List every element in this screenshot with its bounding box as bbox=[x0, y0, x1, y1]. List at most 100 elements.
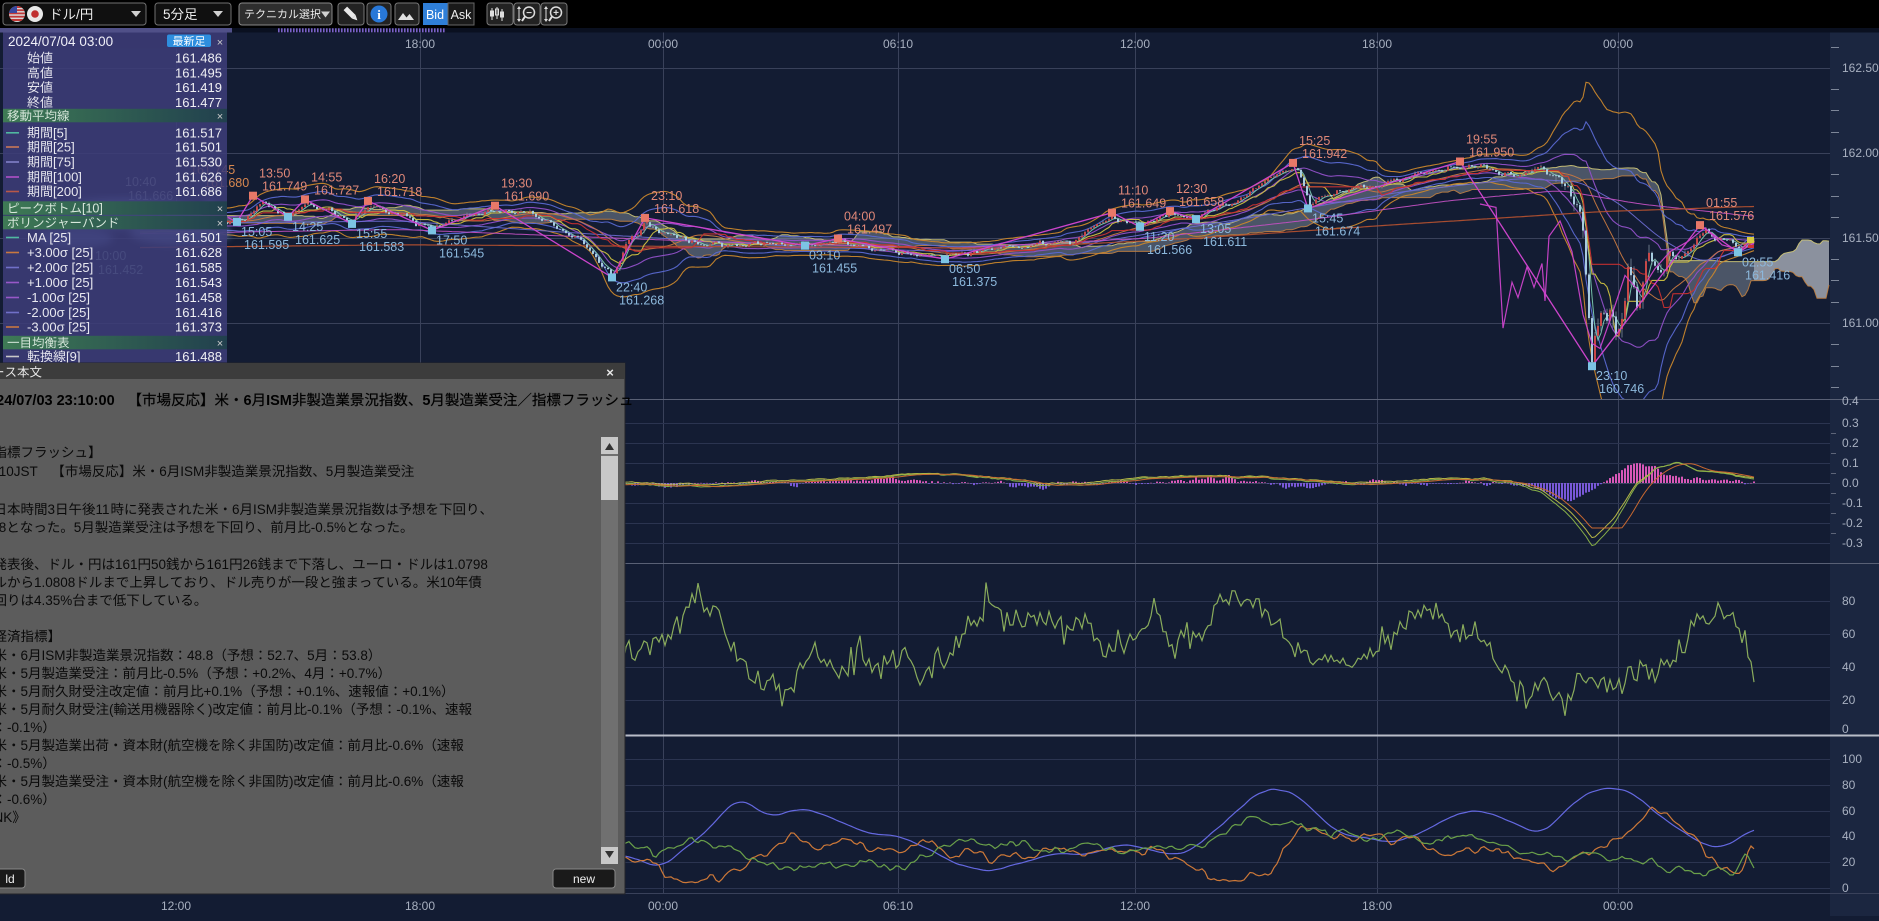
svg-text:22:40: 22:40 bbox=[616, 280, 647, 294]
svg-text:15:25: 15:25 bbox=[1299, 134, 1330, 148]
svg-text:48.8: 48.8 bbox=[0, 520, 6, 535]
svg-text:161.373: 161.373 bbox=[175, 320, 222, 335]
svg-text:161.576: 161.576 bbox=[1709, 209, 1754, 223]
svg-text:60: 60 bbox=[1842, 804, 1856, 818]
svg-text:-0.5%: -0.5% bbox=[7, 756, 42, 771]
svg-text:+: + bbox=[553, 8, 559, 19]
svg-text:17:50: 17:50 bbox=[436, 233, 467, 247]
svg-text:+2.00σ [25]: +2.00σ [25] bbox=[27, 260, 93, 275]
svg-text:6: 6 bbox=[21, 648, 29, 663]
svg-text:[5]: [5] bbox=[53, 125, 67, 140]
svg-text:-0.6%: -0.6% bbox=[388, 774, 423, 789]
svg-text:(: ( bbox=[163, 774, 168, 789]
svg-text:26: 26 bbox=[243, 557, 258, 572]
svg-text:+3.00σ [25]: +3.00σ [25] bbox=[27, 245, 93, 260]
svg-text:161.455: 161.455 bbox=[812, 262, 857, 276]
svg-text:+0.1%: +0.1% bbox=[204, 684, 243, 699]
svg-text:4: 4 bbox=[304, 666, 312, 681]
svg-text:+0.1%: +0.1% bbox=[296, 684, 335, 699]
svg-text:161.618: 161.618 bbox=[654, 202, 699, 216]
svg-text:20: 20 bbox=[1842, 855, 1856, 869]
svg-text:161.690: 161.690 bbox=[504, 190, 549, 204]
svg-text:[200]: [200] bbox=[53, 184, 82, 199]
svg-text:162.00: 162.00 bbox=[1842, 146, 1879, 160]
svg-text:80: 80 bbox=[1842, 778, 1856, 792]
svg-text:0.2: 0.2 bbox=[1842, 436, 1859, 450]
svg-text:161.626: 161.626 bbox=[175, 170, 222, 185]
svg-text:/: / bbox=[76, 7, 80, 22]
svg-text:19:30: 19:30 bbox=[501, 177, 532, 191]
svg-text:52.7: 52.7 bbox=[267, 648, 293, 663]
svg-text:161.585: 161.585 bbox=[175, 260, 222, 275]
svg-text:162.50: 162.50 bbox=[1842, 61, 1879, 75]
svg-text:50: 50 bbox=[151, 557, 166, 572]
svg-text:-0.5%: -0.5% bbox=[311, 520, 346, 535]
svg-text:-0.2: -0.2 bbox=[1842, 516, 1863, 530]
svg-text:161.501: 161.501 bbox=[175, 230, 222, 245]
svg-text:161.497: 161.497 bbox=[847, 223, 892, 237]
svg-text:20: 20 bbox=[1842, 693, 1856, 707]
svg-text:0: 0 bbox=[1842, 722, 1849, 736]
svg-text:1.0808: 1.0808 bbox=[34, 575, 75, 590]
svg-text:161.686: 161.686 bbox=[175, 184, 222, 199]
svg-text:[100]: [100] bbox=[53, 170, 82, 185]
svg-text:40: 40 bbox=[1842, 829, 1856, 843]
svg-text:161.416: 161.416 bbox=[1745, 268, 1790, 282]
svg-text:161.566: 161.566 bbox=[1147, 243, 1192, 257]
svg-text:5: 5 bbox=[307, 648, 315, 663]
svg-text:0.4: 0.4 bbox=[1842, 394, 1859, 408]
svg-text:13:50: 13:50 bbox=[259, 167, 290, 181]
svg-text:161: 161 bbox=[115, 557, 138, 572]
svg-text:): ) bbox=[208, 702, 213, 717]
svg-text:161.674: 161.674 bbox=[1315, 224, 1360, 238]
svg-text:6: 6 bbox=[159, 464, 167, 479]
svg-text:[9]: [9] bbox=[66, 349, 80, 364]
svg-text:10: 10 bbox=[440, 575, 455, 590]
svg-text:161.595: 161.595 bbox=[244, 238, 289, 252]
svg-text:5: 5 bbox=[21, 702, 29, 717]
svg-text:5: 5 bbox=[21, 738, 29, 753]
svg-text:ld: ld bbox=[5, 872, 14, 886]
svg-text:5: 5 bbox=[326, 464, 334, 479]
svg-text:04:00: 04:00 bbox=[844, 210, 875, 224]
svg-text:Ask: Ask bbox=[451, 8, 473, 22]
svg-text:01:55: 01:55 bbox=[1706, 196, 1737, 210]
svg-text:[25]: [25] bbox=[53, 140, 75, 155]
svg-text:19:55: 19:55 bbox=[1466, 133, 1497, 147]
svg-text:161.649: 161.649 bbox=[1121, 197, 1166, 211]
svg-text:0: 0 bbox=[1842, 881, 1849, 895]
svg-text:15:45: 15:45 bbox=[1312, 211, 1343, 225]
svg-text:5: 5 bbox=[21, 774, 29, 789]
svg-text:[10]: [10] bbox=[82, 202, 103, 216]
svg-text:0.1: 0.1 bbox=[1842, 456, 1859, 470]
svg-text:13:05: 13:05 bbox=[1200, 222, 1231, 236]
svg-text:161.477: 161.477 bbox=[175, 95, 222, 110]
svg-text:(: ( bbox=[163, 738, 168, 753]
svg-text:(: ( bbox=[109, 702, 114, 717]
svg-text:×: × bbox=[217, 111, 223, 123]
svg-text:ISM: ISM bbox=[266, 393, 292, 409]
svg-text:161: 161 bbox=[207, 557, 230, 572]
svg-text:53.8: 53.8 bbox=[342, 648, 368, 663]
svg-text:[75]: [75] bbox=[53, 155, 75, 170]
svg-text:×: × bbox=[217, 204, 223, 216]
svg-text:161.501: 161.501 bbox=[175, 140, 222, 155]
svg-text:5: 5 bbox=[422, 393, 430, 409]
svg-text:23:10JST: 23:10JST bbox=[0, 464, 38, 479]
svg-text:161.00: 161.00 bbox=[1842, 316, 1879, 330]
svg-text:06:50: 06:50 bbox=[949, 262, 980, 276]
svg-text:15:05: 15:05 bbox=[241, 225, 272, 239]
svg-text:-0.6%: -0.6% bbox=[7, 792, 42, 807]
svg-text:100: 100 bbox=[1842, 752, 1862, 766]
svg-text:2024/07/03 23:10:00: 2024/07/03 23:10:00 bbox=[0, 393, 115, 409]
svg-text:4.35%: 4.35% bbox=[34, 593, 72, 608]
svg-text:-0.5%: -0.5% bbox=[163, 666, 198, 681]
svg-text:): ) bbox=[289, 774, 294, 789]
svg-text:161.530: 161.530 bbox=[175, 155, 222, 170]
svg-text:0.0: 0.0 bbox=[1842, 476, 1859, 490]
svg-text:+1.00σ [25]: +1.00σ [25] bbox=[27, 275, 93, 290]
svg-text:14:25: 14:25 bbox=[292, 220, 323, 234]
svg-text:-2.00σ [25]: -2.00σ [25] bbox=[27, 305, 90, 320]
svg-text:161.375: 161.375 bbox=[952, 275, 997, 289]
svg-text:18:00: 18:00 bbox=[405, 37, 435, 51]
